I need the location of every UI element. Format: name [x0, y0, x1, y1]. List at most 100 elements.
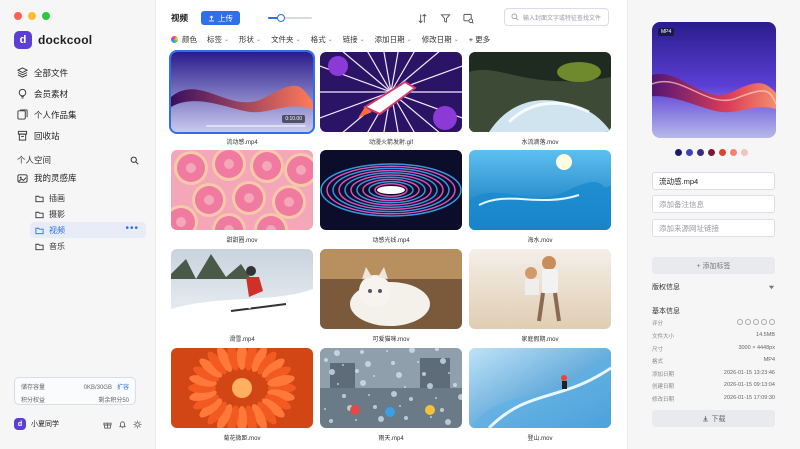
color-swatch[interactable]	[708, 149, 715, 156]
filter-2[interactable]: 形状 ⌄	[239, 34, 261, 45]
file-thumbnail[interactable]	[469, 52, 611, 132]
app-logo: d dockcool	[14, 31, 92, 49]
file-preview[interactable]: MP4	[652, 22, 776, 138]
maximize-window-button[interactable]	[42, 12, 50, 20]
file-card[interactable]: 可爱猫咪.mov	[320, 249, 462, 343]
file-thumbnail[interactable]	[171, 249, 313, 329]
upload-button[interactable]: 上传	[201, 11, 241, 25]
storage-card: 储存容量 0KB/30GB 扩容 积分权益 剩余积分50	[14, 377, 136, 405]
zoom-slider[interactable]	[268, 13, 313, 23]
color-swatch[interactable]	[686, 149, 693, 156]
file-name: 菊花微距.mov	[223, 436, 261, 442]
color-swatch[interactable]	[675, 149, 682, 156]
folder-video[interactable]: 视频 •••	[30, 222, 146, 238]
minimize-window-button[interactable]	[28, 12, 36, 20]
filter-label: 链接	[342, 34, 358, 44]
folder-music[interactable]: 音乐	[30, 238, 146, 254]
nav-trash[interactable]: 回收站	[14, 125, 146, 146]
file-card[interactable]: 动漫火箭发射.gif	[320, 52, 462, 146]
sun-icon[interactable]	[133, 419, 142, 429]
more-options-icon[interactable]: •••	[125, 224, 139, 234]
file-card[interactable]: 甜甜圈.mov	[171, 150, 313, 244]
download-button[interactable]: 下载	[652, 410, 775, 427]
color-swatch[interactable]	[719, 149, 726, 156]
file-thumbnail[interactable]	[320, 348, 462, 428]
file-thumbnail[interactable]	[469, 150, 611, 230]
search-field[interactable]: 输入封面文字或特征查找文件	[504, 8, 609, 26]
folder-icon	[35, 195, 44, 202]
avatar[interactable]: d	[14, 418, 26, 430]
expand-storage-link[interactable]: 扩容	[117, 385, 129, 391]
file-thumbnail[interactable]	[320, 52, 462, 132]
filter-8[interactable]: + 更多	[469, 34, 490, 45]
file-card[interactable]: 水流滴落.mov	[469, 52, 611, 146]
file-thumbnail[interactable]	[171, 348, 313, 428]
library-label: 我的灵感库	[34, 173, 77, 183]
zoom-slider-thumb[interactable]	[277, 14, 286, 22]
storage-label: 储存容量	[21, 385, 46, 391]
info-key: 文件大小	[652, 334, 675, 340]
search-icon[interactable]	[130, 156, 139, 165]
color-swatch[interactable]	[741, 149, 748, 156]
folder-label: 插画	[49, 193, 65, 203]
nav-portfolio[interactable]: 个人作品集	[14, 104, 146, 125]
copyright-section[interactable]: 版权信息	[652, 282, 775, 292]
close-window-button[interactable]	[14, 12, 22, 20]
library-item[interactable]: 我的灵感库	[17, 172, 77, 184]
rating-star-icon[interactable]	[737, 319, 743, 325]
rating-star-icon[interactable]	[761, 319, 767, 325]
filter-4[interactable]: 格式 ⌄	[311, 34, 333, 45]
file-card[interactable]: 雨天.mp4	[320, 348, 462, 442]
folder-photography[interactable]: 摄影	[30, 206, 146, 222]
file-card[interactable]: 滑雪.mp4	[171, 249, 313, 343]
filter-1[interactable]: 标签 ⌄	[207, 34, 229, 45]
gift-icon[interactable]	[103, 420, 112, 429]
sort-icon[interactable]	[417, 13, 428, 24]
source-link-field[interactable]: 添加来源网址链接	[652, 219, 775, 237]
file-name-field[interactable]: 流动感.mp4	[652, 172, 775, 190]
folder-illustration[interactable]: 插画	[30, 190, 146, 206]
filter-label: 形状	[239, 34, 255, 44]
rating-star-icon[interactable]	[769, 319, 775, 325]
filter-3[interactable]: 文件夹 ⌄	[271, 34, 301, 45]
filter-5[interactable]: 链接 ⌄	[343, 34, 365, 45]
image-search-icon[interactable]	[463, 13, 474, 24]
file-card[interactable]: 登山.mov	[469, 348, 611, 442]
caret-down-icon	[768, 285, 775, 289]
color-swatch[interactable]	[697, 149, 704, 156]
file-thumbnail[interactable]	[171, 150, 313, 230]
file-card[interactable]: 海水.mov	[469, 150, 611, 244]
file-thumbnail[interactable]	[320, 150, 462, 230]
rating-stars[interactable]	[737, 319, 775, 327]
filter-7[interactable]: 修改日期 ⌄	[422, 34, 459, 45]
nav-member-assets[interactable]: 会员素材	[14, 83, 146, 104]
add-tag-button[interactable]: + 添加标签	[652, 257, 775, 274]
nav-label: 个人作品集	[34, 109, 77, 120]
note-field[interactable]: 添加备注信息	[652, 195, 775, 213]
filter-0[interactable]: 颜色	[171, 34, 197, 45]
file-thumbnail[interactable]	[469, 348, 611, 428]
bell-icon[interactable]	[118, 420, 127, 429]
user-name[interactable]: 小夏同学	[31, 419, 103, 429]
rating-star-icon[interactable]	[745, 319, 751, 325]
file-card[interactable]: 家庭假期.mov	[469, 249, 611, 343]
upload-icon	[209, 14, 214, 21]
file-card[interactable]: 动感光线.mp4	[320, 150, 462, 244]
bulb-icon	[18, 88, 27, 99]
file-card[interactable]: 菊花微距.mov	[171, 348, 313, 442]
filter-icon[interactable]	[440, 13, 451, 24]
rating-star-icon[interactable]	[753, 319, 759, 325]
video-progress-bar[interactable]	[206, 125, 306, 127]
rating-row: 评分	[652, 319, 775, 327]
folder-tree: 插画 摄影 视频 ••• 音乐	[30, 190, 146, 254]
thumbnail-image	[320, 150, 462, 230]
filter-6[interactable]: 添加日期 ⌄	[375, 34, 412, 45]
file-thumbnail[interactable]: 0:10.00	[169, 50, 315, 134]
nav-all-files[interactable]: 全部文件	[14, 62, 146, 83]
details-panel: MP4 流动感.mp4 添加备注信息 添加来源网址链接 + 添加标签 版权信息 …	[627, 0, 800, 449]
file-thumbnail[interactable]	[469, 249, 611, 329]
file-thumbnail[interactable]	[320, 249, 462, 329]
file-card[interactable]: 0:10.00 流动感.mp4	[169, 50, 315, 146]
color-swatch[interactable]	[730, 149, 737, 156]
nav-label: 全部文件	[34, 67, 69, 78]
